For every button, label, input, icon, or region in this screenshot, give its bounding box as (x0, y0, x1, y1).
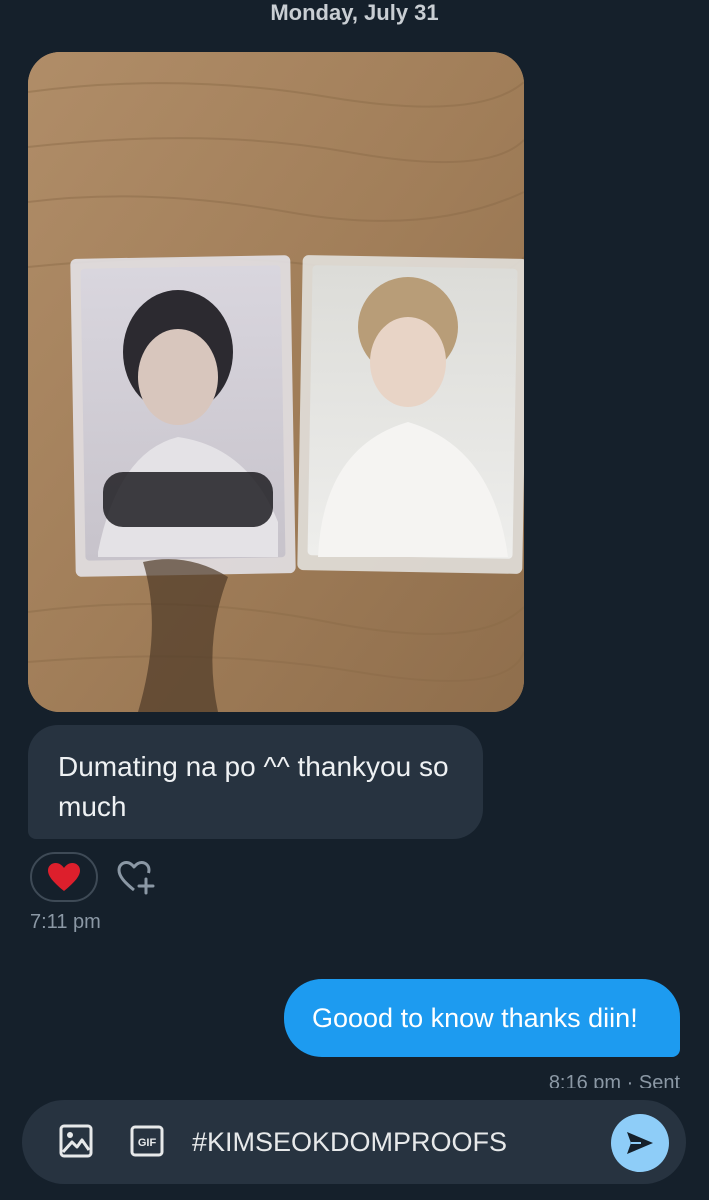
message-composer: GIF #KIMSEOKDOMPROOFS (22, 1100, 686, 1184)
sent-status: 8:16 pm · Sent (548, 1072, 680, 1088)
send-button[interactable] (611, 1114, 669, 1172)
add-reaction-button[interactable] (115, 857, 157, 897)
date-header: Monday, July 31 (270, 0, 439, 25)
received-message[interactable]: Dumating na po ^^ thankyou so much (28, 725, 483, 839)
received-timestamp: 7:11 pm (30, 911, 101, 933)
add-photo-button[interactable] (58, 1123, 94, 1159)
photocards-photo (28, 52, 524, 712)
heart-reaction-button[interactable] (30, 852, 98, 902)
gif-label: GIF (138, 1137, 157, 1149)
image-icon (59, 1124, 93, 1158)
add-gif-button[interactable]: GIF (130, 1125, 164, 1157)
message-input[interactable]: #KIMSEOKDOMPROOFS (192, 1100, 592, 1184)
sent-message[interactable]: Goood to know thanks diin! (284, 979, 680, 1057)
send-icon (627, 1132, 653, 1154)
gif-icon: GIF (130, 1125, 164, 1157)
photo-message[interactable] (28, 52, 524, 712)
heart-icon (48, 863, 80, 891)
heart-plus-icon (117, 861, 155, 895)
